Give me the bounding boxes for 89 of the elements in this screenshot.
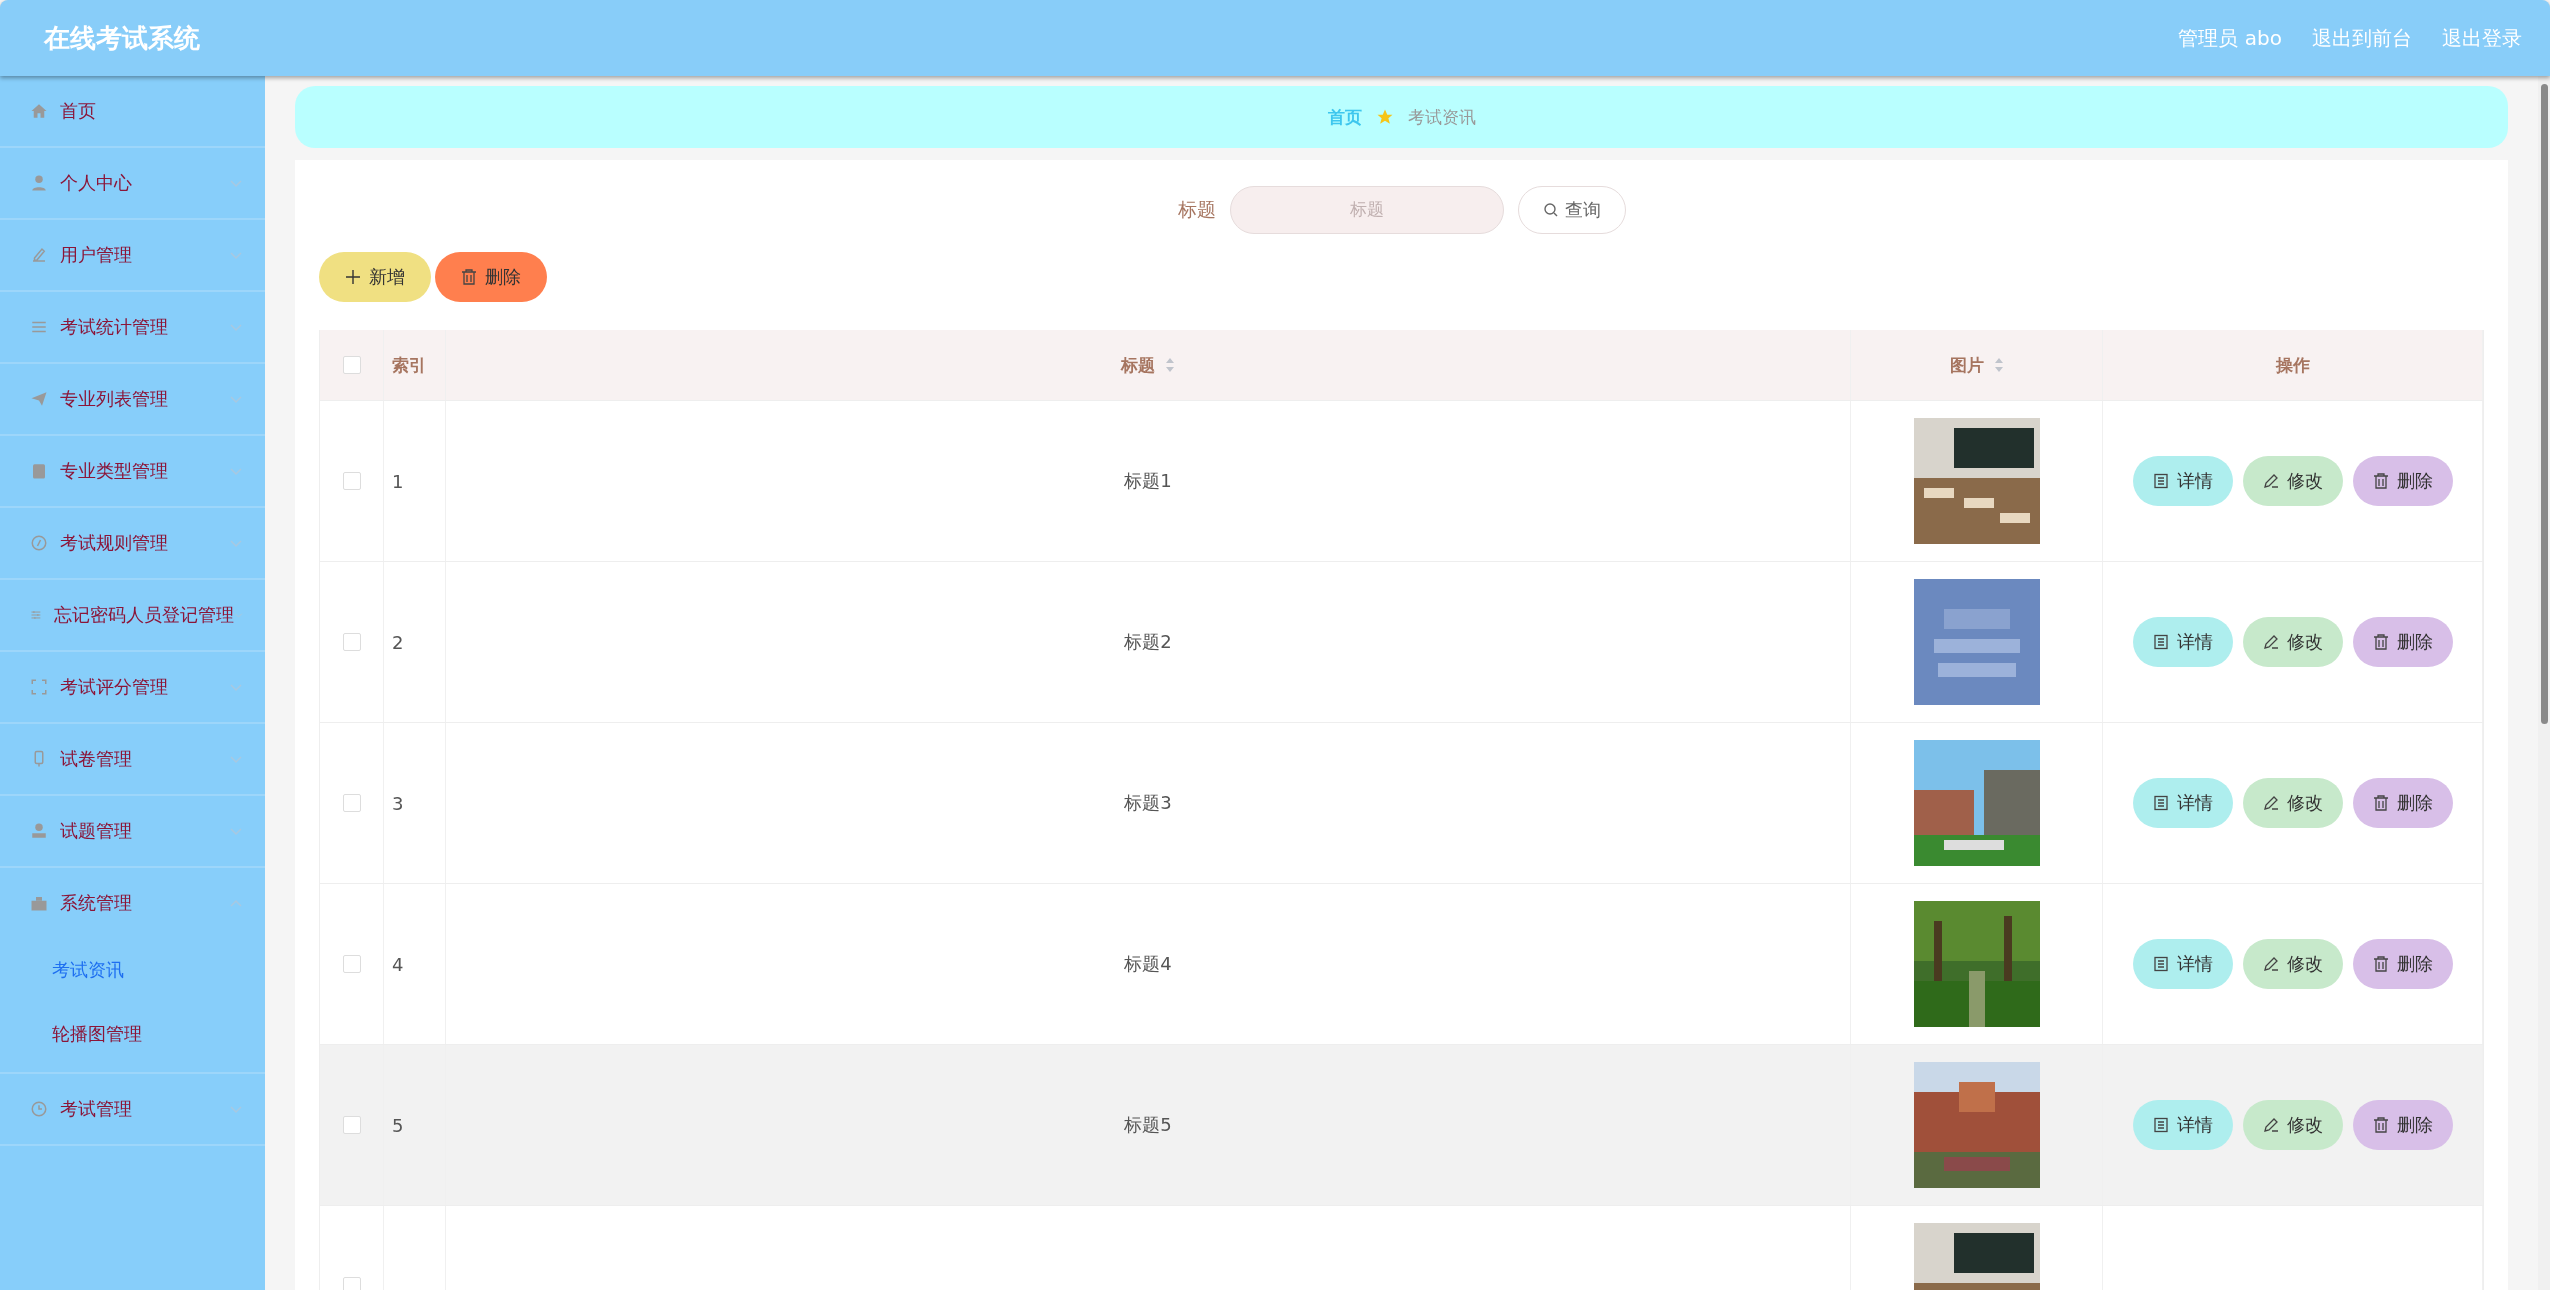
pencil-icon [2262,473,2279,489]
delete-button[interactable]: 删除 [2352,617,2453,667]
edit-button[interactable]: 修改 [2242,1100,2343,1150]
frame-icon [30,678,48,696]
search-field[interactable]: 标题 [1229,186,1504,234]
sort-icon[interactable] [1993,357,2004,373]
pencil-icon [2262,1117,2279,1133]
table-cell: 1 [392,470,404,492]
column-header: 图片 [1949,353,1984,377]
detail-button[interactable]: 详情 [2132,1100,2233,1150]
table-cell: 标题3 [1124,791,1172,815]
checkbox[interactable] [342,1277,361,1290]
star-icon [1375,108,1394,126]
checkbox[interactable] [342,955,361,973]
delete-button[interactable]: 删除 [2352,456,2453,506]
sort-icon[interactable] [1165,357,1175,373]
document-icon [2152,956,2169,972]
paper-plane-icon [30,390,48,408]
document-icon [2152,473,2169,489]
sidebar-item[interactable]: 考试评分管理 [0,652,265,724]
edit-button[interactable]: 修改 [2242,456,2343,506]
trash-icon [2372,473,2389,489]
document-icon [2152,634,2169,650]
table-cell: 5 [392,1114,404,1136]
trash-icon [2372,634,2389,650]
scrollbar[interactable] [2538,76,2550,1290]
compass-icon [30,534,48,552]
search-label: 标题 [1177,197,1216,222]
sidebar-item[interactable]: 专业列表管理 [0,364,265,436]
trash-icon [2372,795,2389,811]
pencil-icon [2262,956,2279,972]
sidebar-item[interactable]: 试卷管理 [0,724,265,796]
search-icon [1542,202,1559,218]
checkbox[interactable] [342,794,361,812]
submenu-item[interactable]: 轮播图管理 [0,1002,265,1066]
scrollbar-thumb[interactable] [2540,84,2548,724]
app-title: 在线考试系统 [44,21,201,55]
table-cell: 标题4 [1124,952,1172,976]
clipboard-icon [30,462,48,480]
table-cell: 4 [392,953,404,975]
sidebar-item[interactable]: 首页 [0,76,265,148]
column-header: 标题 [1121,353,1155,377]
edit-button[interactable]: 修改 [2242,778,2343,828]
briefcase-icon [30,894,48,912]
sidebar-item[interactable]: 考试规则管理 [0,508,265,580]
column-header: 操作 [2275,353,2310,377]
table-cell: 标题1 [1124,469,1172,493]
delete-button[interactable]: 删除 [2352,939,2453,989]
sidebar-item[interactable]: 个人中心 [0,148,265,220]
detail-button[interactable]: 详情 [2132,939,2233,989]
plus-icon [345,269,361,285]
detail-button[interactable]: 详情 [2132,778,2233,828]
sidebar-item[interactable]: 用户管理 [0,220,265,292]
user-icon [30,174,48,192]
table-cell: 标题2 [1124,630,1172,654]
table-cell: 3 [392,792,404,814]
checkbox[interactable] [342,633,361,651]
document-icon [2152,795,2169,811]
pen-icon [30,246,48,264]
stamp-icon [30,822,48,840]
sidebar-item[interactable]: 系统管理 [0,868,265,938]
delete-button[interactable]: 删除 [435,252,547,302]
checkbox[interactable] [342,1116,361,1134]
clock-icon [30,1100,48,1118]
sidebar-item[interactable]: 考试管理 [0,1074,265,1146]
column-header: 索引 [392,353,426,377]
delete-button[interactable]: 删除 [2352,778,2453,828]
detail-button[interactable]: 详情 [2132,617,2233,667]
trash-icon [2372,1117,2389,1133]
pencil-icon [2262,634,2279,650]
sidebar-item[interactable]: 考试统计管理 [0,292,265,364]
checkbox[interactable] [342,356,361,374]
trash-icon [461,269,477,285]
edit-button[interactable]: 修改 [2242,939,2343,989]
table-cell: 标题5 [1124,1113,1172,1137]
add-button[interactable]: 新增 [319,252,431,302]
sidebar-item[interactable]: 忘记密码人员登记管理 [0,580,265,652]
trash-icon [2372,956,2389,972]
checkbox[interactable] [342,472,361,490]
home-icon [30,102,48,120]
pencil-icon [2262,795,2279,811]
search-button[interactable]: 查询 [1517,186,1626,234]
edit-button[interactable]: 修改 [2242,617,2343,667]
delete-button[interactable]: 删除 [2352,1100,2453,1150]
table-cell: 2 [392,631,404,653]
document-icon [2152,1117,2169,1133]
detail-button[interactable]: 详情 [2132,456,2233,506]
sidebar-item[interactable]: 专业类型管理 [0,436,265,508]
sidebar-item[interactable]: 试题管理 [0,796,265,868]
